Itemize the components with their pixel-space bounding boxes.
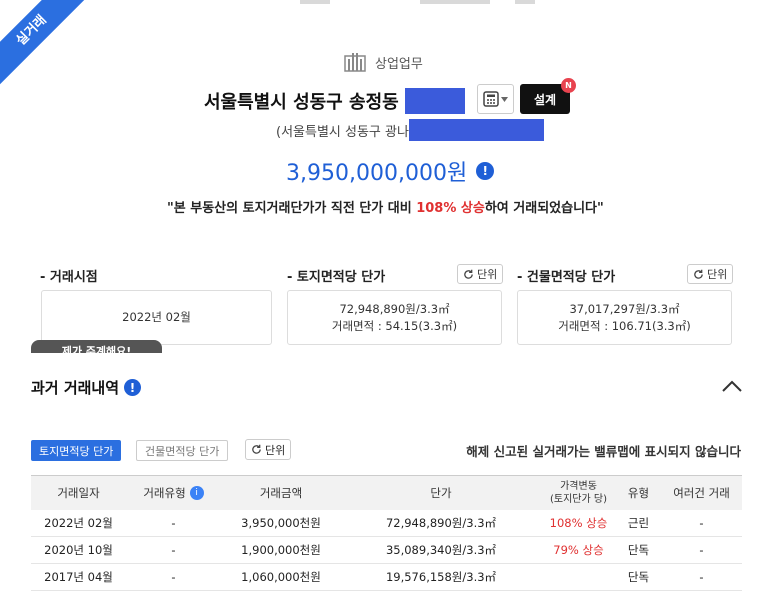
refresh-icon bbox=[464, 269, 473, 279]
real-deal-ribbon: 실거래 bbox=[0, 0, 93, 92]
unit-button-label: 단위 bbox=[707, 268, 728, 281]
cell-kind: 단독 bbox=[616, 536, 661, 564]
unit-button-label: 단위 bbox=[477, 268, 498, 281]
land-unit-label: - 토지면적당 단가 bbox=[287, 270, 386, 285]
unit-button-label: 단위 bbox=[265, 443, 286, 457]
cropped-top-strip bbox=[300, 0, 540, 4]
deal-price: 3,950,000,000원 bbox=[286, 161, 468, 186]
cell-type: - bbox=[126, 536, 221, 564]
price-row: 3,950,000,000원 ! bbox=[286, 155, 495, 187]
cell-date: 2022년 02월 bbox=[31, 509, 126, 537]
cell-unit-price: 72,948,890원/3.3㎡ bbox=[341, 509, 541, 537]
building-unit-label: - 건물면적당 단가 bbox=[517, 270, 616, 285]
history-panel: 과거 거래내역 ! 토지면적당 단가 건물면적당 단가 단위 해제 신고된 실거… bbox=[0, 353, 773, 614]
col-header: 거래금액 bbox=[221, 475, 341, 510]
notice-text: 하여 거래되었습니다" bbox=[484, 201, 604, 216]
cell-date: 2020년 10월 bbox=[31, 536, 126, 564]
calculator-button[interactable] bbox=[477, 84, 514, 114]
tab-land-unit[interactable]: 토지면적당 단가 bbox=[31, 440, 122, 461]
deal-date-value: 2022년 02월 bbox=[122, 310, 191, 324]
cell-amount: 1,900,000천원 bbox=[221, 536, 341, 564]
land-unit-box: 72,948,890원/3.3㎡ 거래면적 : 54.15(3.3㎡) bbox=[287, 290, 502, 345]
history-title-text: 과거 거래내역 bbox=[31, 379, 120, 397]
building-unit-toggle-button[interactable]: 단위 bbox=[687, 264, 734, 284]
land-unit-toggle-button[interactable]: 단위 bbox=[457, 264, 504, 284]
notice-highlight: 108% 상승 bbox=[416, 201, 485, 216]
redacted-block bbox=[408, 119, 544, 141]
new-badge: N bbox=[561, 78, 576, 93]
address-sub-text: (서울특별시 성동구 광나 bbox=[276, 124, 409, 140]
cell-price-change: 108% 상승 bbox=[541, 509, 616, 537]
category-label: 상업업무 bbox=[375, 56, 423, 72]
notice-text: "본 부동산의 토지거래단가가 직전 단가 대비 bbox=[167, 201, 417, 216]
tab-building-unit[interactable]: 건물면적당 단가 bbox=[136, 440, 229, 461]
property-category: 상업업무 bbox=[343, 52, 423, 72]
deal-date-box: 2022년 02월 bbox=[41, 290, 272, 345]
price-change-notice: "본 부동산의 토지거래단가가 직전 단가 대비 108% 상승하여 거래되었습… bbox=[167, 197, 604, 216]
cell-amount: 1,060,000천원 bbox=[221, 563, 341, 591]
col-header: 거래일자 bbox=[31, 475, 126, 510]
cell-kind: 근린 bbox=[616, 509, 661, 537]
col-header: 유형 bbox=[616, 475, 661, 510]
table-row[interactable]: 2017년 04월 - 1,060,000천원 19,576,158원/3.3㎡… bbox=[31, 563, 742, 591]
address-main: 서울특별시 성동구 송정동 bbox=[204, 92, 399, 113]
cell-kind: 단독 bbox=[616, 563, 661, 591]
history-title: 과거 거래내역 ! bbox=[31, 377, 142, 398]
info-icon[interactable]: ! bbox=[476, 162, 495, 180]
table-header-row: 거래일자 거래유형 i 거래금액 단가 가격변동 (토지단가 당) 유형 여러건 … bbox=[31, 475, 742, 510]
col-header: 단가 bbox=[341, 475, 541, 510]
cell-unit-price: 19,576,158원/3.3㎡ bbox=[341, 563, 541, 591]
refresh-icon bbox=[694, 269, 703, 279]
deal-date-label: - 거래시점 bbox=[40, 270, 98, 285]
property-summary-panel: 실거래 상업업무 서울특별시 성동구 송정동 설계 N (서울특별시 성동구 광… bbox=[0, 0, 773, 353]
col-header-text: 거래유형 bbox=[143, 485, 186, 500]
table-row[interactable]: 2022년 02월 - 3,950,000천원 72,948,890원/3.3㎡… bbox=[31, 509, 742, 537]
cell-date: 2017년 04월 bbox=[31, 563, 126, 591]
address-main-row: 서울특별시 성동구 송정동 bbox=[204, 87, 465, 115]
chevron-down-icon bbox=[501, 96, 508, 102]
building-unit-box: 37,017,297원/3.3㎡ 거래면적 : 106.71(3.3㎡) bbox=[517, 290, 732, 345]
chat-tooltip[interactable]: 제가 주계해요! bbox=[31, 340, 162, 353]
address-sub: (서울특별시 성동구 광나 bbox=[276, 119, 544, 141]
building-unit-area: 거래면적 : 106.71(3.3㎡) bbox=[558, 318, 691, 333]
history-note: 해제 신고된 실거래가는 밸류맵에 표시되지 않습니다 bbox=[466, 444, 741, 459]
table-row[interactable]: 2020년 10월 - 1,900,000천원 35,089,340원/3.3㎡… bbox=[31, 536, 742, 564]
cell-type: - bbox=[126, 563, 221, 591]
info-icon[interactable]: ! bbox=[124, 379, 142, 396]
cell-amount: 3,950,000천원 bbox=[221, 509, 341, 537]
cell-multi: - bbox=[661, 509, 742, 537]
history-table: 거래일자 거래유형 i 거래금액 단가 가격변동 (토지단가 당) 유형 여러건 … bbox=[31, 475, 742, 591]
building-icon bbox=[344, 53, 366, 72]
land-unit-area: 거래면적 : 54.15(3.3㎡) bbox=[331, 318, 458, 333]
building-unit-price: 37,017,297원/3.3㎡ bbox=[569, 301, 680, 316]
refresh-icon bbox=[252, 444, 261, 454]
calculator-icon bbox=[483, 91, 499, 107]
cell-multi: - bbox=[661, 536, 742, 564]
cell-price-change bbox=[541, 563, 616, 591]
cell-multi: - bbox=[661, 563, 742, 591]
col-header: 가격변동 (토지단가 당) bbox=[541, 475, 616, 510]
cell-price-change: 79% 상승 bbox=[541, 536, 616, 564]
redacted-block bbox=[404, 88, 465, 114]
cell-unit-price: 35,089,340원/3.3㎡ bbox=[341, 536, 541, 564]
history-unit-toggle-button[interactable]: 단위 bbox=[245, 439, 292, 460]
col-header: 여러건 거래 bbox=[661, 475, 742, 510]
chevron-up-icon[interactable] bbox=[718, 373, 746, 401]
cell-type: - bbox=[126, 509, 221, 537]
info-icon[interactable]: i bbox=[189, 486, 204, 501]
col-header: 거래유형 i bbox=[126, 475, 221, 510]
land-unit-price: 72,948,890원/3.3㎡ bbox=[339, 301, 450, 316]
